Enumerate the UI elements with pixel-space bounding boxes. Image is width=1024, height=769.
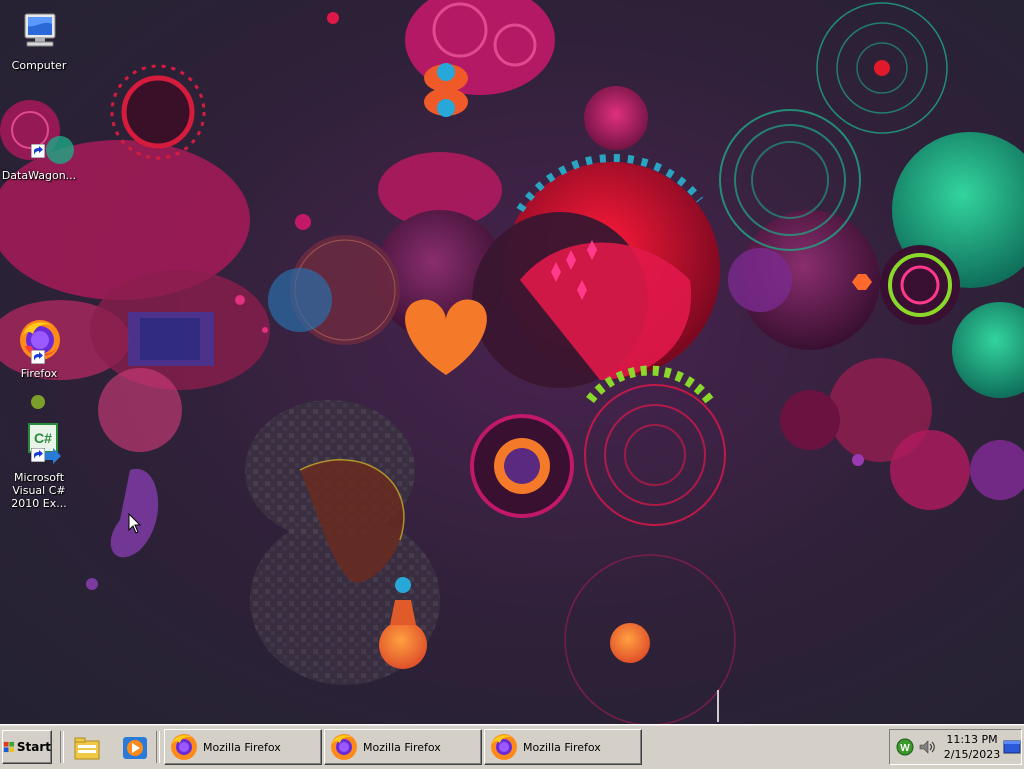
desktop-icon-label: Microsoft Visual C# 2010 Ex... [11,471,67,510]
firefox-icon [15,316,63,364]
quick-launch-media-player[interactable] [120,733,150,763]
desktop-icon-firefox[interactable]: Firefox [0,316,78,380]
taskbar-button-label: Mozilla Firefox [363,740,441,754]
taskbar-button-label: Mozilla Firefox [523,740,601,754]
taskbar-button-firefox-3[interactable]: Mozilla Firefox [484,729,642,765]
datawagon-shortcut-icon [15,118,63,166]
clock-date: 2/15/2023 [943,748,1001,761]
shortcut-arrow-icon [31,448,45,462]
desktop-icon-datawagon[interactable]: DataWagon... [0,118,78,182]
windows-logo-icon [3,741,15,753]
taskbar-button-label: Mozilla Firefox [203,740,281,754]
media-player-icon [123,737,147,759]
show-desktop-icon[interactable] [1003,738,1021,756]
svg-text:C#: C# [34,430,52,446]
desktop-icon-computer[interactable]: Computer [0,8,78,72]
desktop[interactable]: Computer DataWagon... Firefox C# Microso… [0,0,1024,724]
desktop-wallpaper [0,0,1024,724]
volume-icon[interactable] [918,738,936,756]
system-tray: W 11:13 PM 2/15/2023 [889,729,1022,765]
desktop-icon-label: Computer [11,59,67,72]
start-button[interactable]: Start [2,730,52,764]
start-label: Start [16,740,51,754]
network-w-icon[interactable]: W [896,738,914,756]
taskbar-button-firefox-1[interactable]: Mozilla Firefox [164,729,322,765]
shortcut-arrow-icon [31,350,45,364]
firefox-icon [171,734,197,760]
taskbar: Start Mozilla Firefox Mozilla Firefox Mo… [0,724,1024,769]
quick-launch-explorer[interactable] [72,733,102,763]
shortcut-arrow-icon [31,144,45,158]
clock-time: 11:13 PM [946,733,998,746]
visual-csharp-icon: C# [15,420,63,468]
mouse-cursor-icon [128,513,142,534]
firefox-icon [491,734,517,760]
toolbar-separator [156,731,160,763]
desktop-icon-label: DataWagon... [1,169,77,182]
windows-explorer-icon [74,737,100,760]
firefox-icon [331,734,357,760]
taskbar-clock[interactable]: 11:13 PM 2/15/2023 [940,732,1004,762]
toolbar-separator [60,731,64,763]
taskbar-button-firefox-2[interactable]: Mozilla Firefox [324,729,482,765]
computer-icon [15,8,63,56]
desktop-icon-label: Firefox [20,367,58,380]
svg-text:W: W [900,743,910,754]
desktop-icon-visual-csharp[interactable]: C# Microsoft Visual C# 2010 Ex... [0,420,78,510]
